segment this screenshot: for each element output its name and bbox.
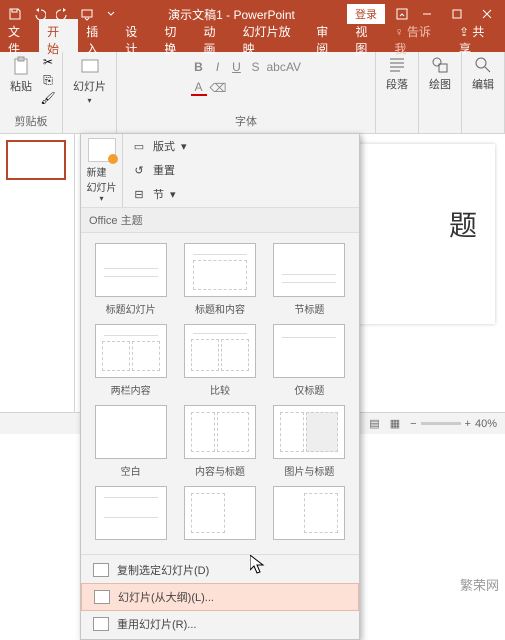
group-clipboard: 粘贴 ✂ ⎘ 🖌 剪贴板: [0, 52, 63, 133]
slides-button[interactable]: 幻灯片 ▾: [69, 54, 110, 107]
duplicate-icon: [93, 563, 109, 577]
section-icon: ⊟: [131, 186, 147, 202]
new-slide-icon: [88, 138, 116, 162]
group-slides: 幻灯片 ▾: [63, 52, 117, 133]
font-row-2: A ⌫: [191, 80, 302, 96]
group-font: B I U S abc AV A ⌫ 字体: [117, 52, 376, 133]
editing-button[interactable]: 编辑: [468, 54, 498, 94]
group-label: 字体: [235, 113, 257, 131]
slide-title-text: 题: [449, 204, 477, 244]
underline-button[interactable]: U: [229, 60, 245, 74]
layout-extra-2[interactable]: [180, 486, 259, 544]
layout-section-header[interactable]: 节标题: [270, 243, 349, 316]
theme-header: Office 主题: [81, 207, 359, 233]
shadow-button[interactable]: S: [248, 60, 264, 74]
reuse-icon: [93, 617, 109, 631]
layout-blank[interactable]: 空白: [91, 405, 170, 478]
reset-icon: ↺: [131, 162, 147, 178]
drawing-button[interactable]: 绘图: [425, 54, 455, 94]
duplicate-slides-item[interactable]: 复制选定幻灯片(D): [81, 557, 359, 583]
format-painter-icon[interactable]: 🖌: [40, 90, 56, 106]
paragraph-icon: [388, 56, 406, 74]
layout-content-caption[interactable]: 内容与标题: [180, 405, 259, 478]
font-color-button[interactable]: A: [191, 80, 207, 96]
layout-two-content[interactable]: 两栏内容: [91, 324, 170, 397]
clear-format-button[interactable]: ⌫: [210, 81, 226, 95]
font-row-1: B I U S abc AV: [191, 60, 302, 74]
shapes-icon: [431, 56, 449, 74]
slide-icon: [80, 56, 100, 76]
section-option[interactable]: ⊟节 ▾: [123, 182, 359, 206]
view-reading-icon[interactable]: ▤: [369, 417, 379, 430]
group-drawing: 绘图: [419, 52, 462, 133]
cut-icon[interactable]: ✂: [40, 54, 56, 70]
slides-from-outline-item[interactable]: 幻灯片(从大纲)(L)...: [81, 583, 359, 611]
view-slideshow-icon[interactable]: ▦: [390, 417, 400, 430]
ribbon: 粘贴 ✂ ⎘ 🖌 剪贴板 幻灯片 ▾ B I U S abc AV: [0, 52, 505, 134]
thumbnail-pane[interactable]: 1: [0, 134, 75, 424]
paragraph-button[interactable]: 段落: [382, 54, 412, 94]
italic-button[interactable]: I: [210, 60, 226, 74]
watermark: 繁荣网: [460, 575, 499, 594]
layout-extra-3[interactable]: [270, 486, 349, 544]
outline-icon: [94, 590, 110, 604]
new-slide-button[interactable]: 新建 幻灯片 ▾: [81, 134, 123, 207]
strike-button[interactable]: abc: [267, 60, 283, 74]
layout-title-content[interactable]: 标题和内容: [180, 243, 259, 316]
ribbon-tabs: 文件 开始 插入 设计 切换 动画 幻灯片放映 审阅 视图 ♀ 告诉我 ⇪ 共享: [0, 28, 505, 52]
reuse-slides-item[interactable]: 重用幻灯片(R)...: [81, 611, 359, 637]
clipboard-icon: [11, 56, 31, 76]
dropdown-footer: 复制选定幻灯片(D) 幻灯片(从大纲)(L)... 重用幻灯片(R)...: [81, 554, 359, 639]
group-label: 剪贴板: [15, 113, 48, 131]
zoom-control[interactable]: − + 40%: [410, 418, 497, 430]
paste-button[interactable]: 粘贴: [6, 54, 36, 96]
slide-thumbnail[interactable]: [6, 140, 66, 180]
spacing-button[interactable]: AV: [286, 60, 302, 74]
layout-picture-caption[interactable]: 图片与标题: [270, 405, 349, 478]
copy-icon[interactable]: ⎘: [40, 72, 56, 88]
group-paragraph: 段落: [376, 52, 419, 133]
new-slide-dropdown: 新建 幻灯片 ▾ ▭版式 ▾ ↺重置 ⊟节 ▾ Office 主题 标题幻灯片 …: [80, 133, 360, 640]
zoom-in-button[interactable]: +: [465, 418, 471, 430]
layout-gallery: 标题幻灯片 标题和内容 节标题 两栏内容 比较 仅标题 空白 内容与标题 图片与…: [81, 233, 359, 554]
find-icon: [474, 56, 492, 74]
layout-icon: ▭: [131, 138, 147, 154]
reset-option[interactable]: ↺重置: [123, 158, 359, 182]
layout-comparison[interactable]: 比较: [180, 324, 259, 397]
layout-title-slide[interactable]: 标题幻灯片: [91, 243, 170, 316]
layout-title-only[interactable]: 仅标题: [270, 324, 349, 397]
cursor-icon: [250, 555, 266, 575]
layout-option[interactable]: ▭版式 ▾: [123, 134, 359, 158]
zoom-out-button[interactable]: −: [410, 418, 416, 430]
bold-button[interactable]: B: [191, 60, 207, 74]
group-editing: 编辑: [462, 52, 505, 133]
zoom-level: 40%: [475, 418, 497, 430]
layout-extra-1[interactable]: [91, 486, 170, 544]
